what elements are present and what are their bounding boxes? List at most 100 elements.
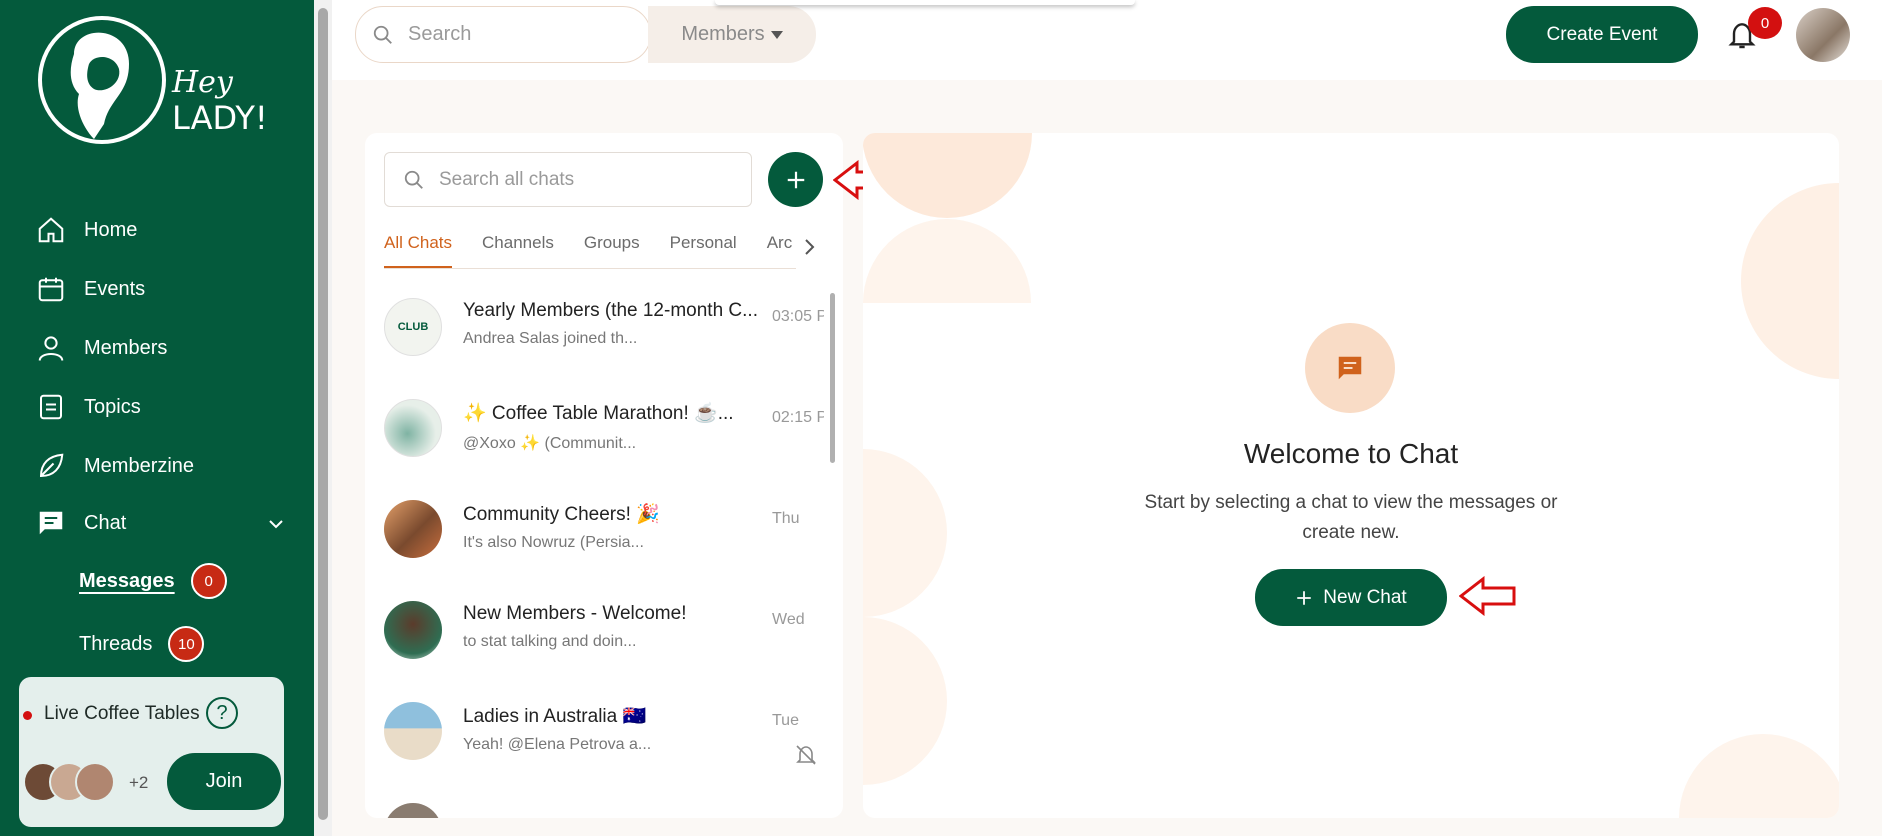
chevron-right-icon[interactable]	[797, 233, 821, 261]
chat-list-item[interactable]	[384, 793, 824, 818]
search-scope-value: Members	[681, 23, 765, 45]
welcome-title: Welcome to Chat	[1243, 438, 1459, 469]
chat-name: Community Cheers! 🎉	[463, 504, 660, 525]
threads-label: Threads	[79, 632, 153, 655]
participant-avatars	[23, 762, 123, 804]
sidebar-subitem-messages[interactable]: Messages 0	[79, 563, 227, 599]
search-scope-dropdown[interactable]: Members	[648, 6, 816, 63]
chat-last-message: @Xoxo ✨ (Communit...	[463, 435, 637, 452]
plus-icon	[1297, 590, 1312, 605]
chat-avatar	[384, 500, 442, 558]
leaf-icon	[39, 453, 64, 478]
chat-avatar	[384, 803, 442, 818]
create-event-button[interactable]: Create Event	[1506, 6, 1698, 63]
chat-last-message: It's also Nowruz (Persia...	[463, 534, 644, 551]
chat-list-panel: Search all chats All Chats Channels Grou…	[365, 133, 843, 818]
user-avatar[interactable]	[1796, 8, 1850, 62]
threads-count-badge: 10	[168, 626, 205, 662]
annotation-arrow-icon	[1459, 576, 1516, 616]
tab-groups[interactable]: Groups	[584, 233, 640, 268]
sidebar-item-label: Chat	[84, 511, 127, 534]
chat-avatar: CLUB	[384, 298, 442, 356]
chat-time: Wed	[772, 611, 805, 628]
new-chat-plus-button[interactable]	[768, 152, 823, 207]
welcome-panel: Welcome to Chat Start by selecting a cha…	[863, 133, 1839, 818]
sidebar-item-label: Topics	[84, 395, 141, 418]
chat-name: New Members - Welcome!	[463, 603, 687, 624]
sidebar-item-label: Home	[84, 218, 138, 241]
chat-list-item[interactable]: ✨ Coffee Table Marathon! ☕... @Xoxo ✨ (C…	[384, 389, 824, 469]
chat-tabs: All Chats Channels Groups Personal Arc	[384, 233, 796, 269]
popup-edge	[715, 0, 1135, 5]
sidebar-item-chat[interactable]: Chat	[36, 503, 126, 543]
chat-name: Yearly Members (the 12-month C...	[463, 300, 758, 321]
sidebar-item-events[interactable]: Events	[36, 269, 145, 309]
sidebar-item-label: Members	[84, 336, 168, 359]
sidebar-item-label: Events	[84, 277, 146, 300]
person-icon	[38, 336, 64, 361]
chat-name: ✨ Coffee Table Marathon! ☕...	[463, 403, 734, 424]
chat-bubble-badge	[1305, 323, 1395, 413]
chat-icon	[39, 511, 63, 535]
chat-list-item[interactable]: CLUB Yearly Members (the 12-month C... A…	[384, 288, 824, 368]
calendar-icon	[38, 277, 64, 302]
plus-icon	[787, 171, 804, 188]
search-icon	[404, 170, 423, 189]
new-chat-button[interactable]: New Chat	[1255, 569, 1447, 626]
chevron-down-icon[interactable]	[264, 512, 288, 536]
sidebar-item-memberzine[interactable]: Memberzine	[36, 446, 194, 486]
sidebar-scrollbar[interactable]	[314, 0, 332, 836]
logo-lady: LADY!	[172, 99, 268, 137]
scrollbar-thumb[interactable]	[830, 293, 835, 463]
tab-personal[interactable]: Personal	[670, 233, 737, 268]
avatar	[75, 762, 115, 802]
tab-channels[interactable]: Channels	[482, 233, 554, 268]
help-icon[interactable]: ?	[206, 697, 238, 729]
search-chats-input[interactable]: Search all chats	[384, 152, 752, 207]
chat-time: 02:15 P	[772, 409, 824, 426]
search-placeholder: Search	[408, 23, 472, 45]
logo-hey: Hey	[171, 65, 234, 100]
messages-label: Messages	[79, 569, 175, 592]
chat-avatar	[384, 601, 442, 659]
live-dot-icon	[23, 711, 32, 720]
coffee-title: Live Coffee Tables	[44, 703, 200, 724]
chat-last-message: Yeah! @Elena Petrova a...	[463, 736, 652, 753]
chat-name: Ladies in Australia 🇦🇺	[463, 706, 647, 727]
new-chat-label: New Chat	[1323, 586, 1407, 608]
tab-all-chats[interactable]: All Chats	[384, 233, 453, 268]
search-icon	[373, 25, 392, 44]
notification-count-badge: 0	[1748, 7, 1782, 39]
chat-bubble-icon	[1338, 356, 1362, 380]
chat-list-item[interactable]: Ladies in Australia 🇦🇺 Yeah! @Elena Petr…	[384, 692, 824, 772]
chat-last-message: to stat talking and doin...	[463, 633, 637, 650]
chat-time: 03:05 P	[772, 308, 824, 325]
sidebar: Hey LADY! Home Events Members Topics Mem…	[0, 0, 314, 836]
hey-lady-logo[interactable]: Hey LADY!	[34, 14, 274, 144]
search-chats-placeholder: Search all chats	[439, 168, 575, 190]
sidebar-item-home[interactable]: Home	[36, 210, 137, 250]
chat-time: Tue	[772, 712, 799, 729]
messages-count-badge: 0	[190, 563, 227, 599]
extra-participants-count: +2	[129, 773, 149, 792]
chat-last-message: Andrea Salas joined th...	[463, 330, 638, 347]
chat-time: Thu	[772, 510, 800, 527]
join-button[interactable]: Join	[167, 753, 281, 810]
sidebar-subitem-threads[interactable]: Threads 10	[79, 626, 205, 662]
global-search-input[interactable]: Search	[355, 6, 651, 63]
live-coffee-tables-card: Live Coffee Tables ? +2 Join	[19, 677, 284, 827]
chat-avatar	[384, 702, 442, 760]
chat-list-item[interactable]: New Members - Welcome! to stat talking a…	[384, 591, 824, 671]
sidebar-item-topics[interactable]: Topics	[36, 387, 141, 427]
welcome-subtitle: Start by selecting a chat to view the me…	[1144, 492, 1558, 543]
home-icon	[38, 217, 64, 243]
chat-list-item[interactable]: Community Cheers! 🎉 It's also Nowruz (Pe…	[384, 490, 824, 570]
chat-list-scrollbar[interactable]	[827, 281, 837, 811]
scrollbar-thumb[interactable]	[318, 8, 328, 820]
background-decoration	[863, 133, 1839, 818]
tab-archived[interactable]: Arc	[767, 233, 793, 268]
chat-avatar	[384, 399, 442, 457]
sidebar-item-members[interactable]: Members	[36, 328, 167, 368]
caret-down-icon	[770, 30, 783, 39]
document-icon	[40, 394, 62, 420]
